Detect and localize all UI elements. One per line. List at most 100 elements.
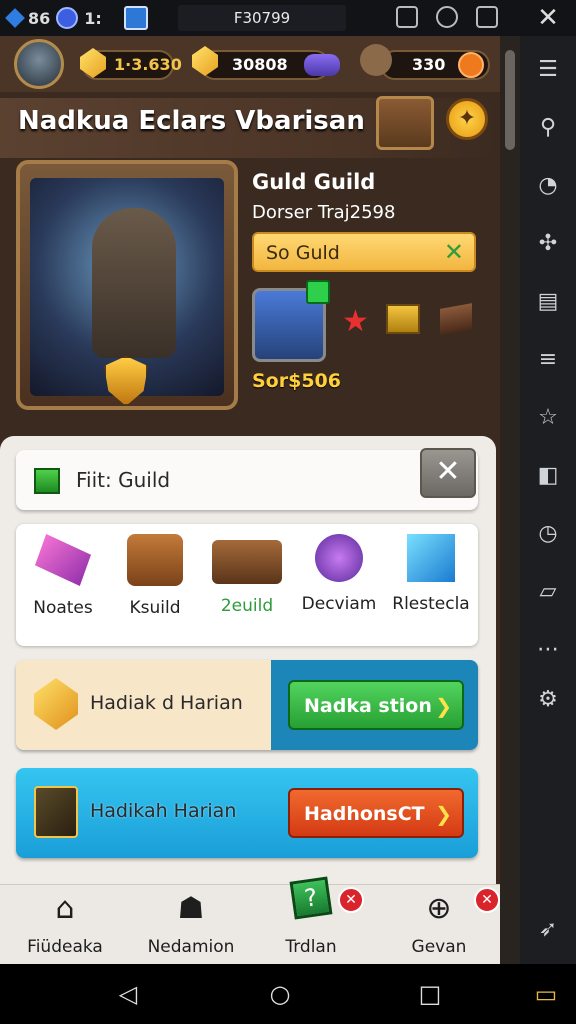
notification-badge: ✕ <box>474 887 500 913</box>
category-rlestecla[interactable]: Rlestecla <box>386 534 476 614</box>
house-icon: ⌂ <box>55 891 75 926</box>
gold-cube-icon[interactable] <box>386 304 420 334</box>
hero-figure <box>92 208 176 358</box>
settings-gear-icon[interactable]: ⚙ <box>534 686 562 714</box>
screenshot-icon[interactable] <box>396 6 418 28</box>
link-icon[interactable]: ⚲ <box>534 114 562 142</box>
category-label: Decviam <box>301 594 377 614</box>
category-label: Ksuild <box>129 598 181 618</box>
bottom-navigation: ⌂ Fiüdeaka ☗ Nedamion ? ✕ Trdlan ⊕ Gevan… <box>0 876 500 964</box>
android-navigation-bar: ◁ ○ □ ▭ <box>0 964 576 1024</box>
close-window-button[interactable]: ✕ <box>520 0 576 36</box>
dialog-title: Fiit: Guild <box>76 468 171 492</box>
nav-heroes[interactable]: ☗ Nedamion <box>136 891 246 957</box>
quest-action-button[interactable]: Nadka stion ❯ <box>288 680 464 730</box>
category-noates[interactable]: Noates <box>18 534 108 618</box>
nav-label: Nedamion <box>147 937 235 957</box>
category-ksuild[interactable]: Ksuild <box>110 534 200 618</box>
back-icon[interactable]: ◁ <box>114 980 142 1008</box>
sword-icon <box>34 786 78 838</box>
status-count: 86 <box>28 8 51 28</box>
category-label: Rlestecla <box>392 594 470 614</box>
player-avatar[interactable] <box>14 39 64 89</box>
star-icon: ★ <box>342 304 369 339</box>
category-panel: Noates Ksuild 2euild Decviam Rlestecla <box>16 524 478 646</box>
camera-icon[interactable] <box>476 6 498 28</box>
scroll-icon[interactable] <box>304 54 340 76</box>
chocolate-icon[interactable] <box>440 303 472 335</box>
category-decviam[interactable]: Decviam <box>294 534 384 614</box>
guild-score: Sor$506 <box>252 370 341 392</box>
recents-icon[interactable]: □ <box>416 980 444 1008</box>
backpack-icon <box>127 534 183 586</box>
home-icon[interactable]: ○ <box>266 980 294 1008</box>
amber-gem-icon <box>34 678 78 730</box>
row-label: Hadikah Harian <box>90 800 237 822</box>
emulator-sidebar: ☰ ⚲ ◔ ✣ ▤ ≡ ☆ ◧ ◷ ▱ ⋯ ⚙ ➶ <box>520 36 576 966</box>
category-2euild[interactable]: 2euild <box>202 534 292 616</box>
orb-icon <box>315 534 363 582</box>
nav-label: Fiüdeaka <box>27 937 103 957</box>
book-icon <box>212 540 282 584</box>
multi-window-icon[interactable]: ▭ <box>532 980 560 1008</box>
window-icon[interactable] <box>123 6 148 30</box>
nav-label: Trdlan <box>285 937 337 957</box>
record-icon[interactable]: ▤ <box>534 288 562 316</box>
emoji-button[interactable] <box>458 52 484 78</box>
button-label: Nadka stion <box>304 695 432 717</box>
timer-icon[interactable]: ◔ <box>534 172 562 200</box>
guild-dialog: Fiit: Guild ✕ Noates Ksuild 2euild Decvi… <box>0 436 496 916</box>
toolbar-icons <box>396 6 498 28</box>
guild-subtitle: Dorser Traj2598 <box>252 202 396 223</box>
emulator-top-bar: 86 1: F30799 ✕ <box>0 0 576 36</box>
item-upgrade-badge <box>306 280 330 304</box>
layers-icon[interactable]: ≡ <box>534 346 562 374</box>
keyboard-icon[interactable]: ☰ <box>534 56 562 84</box>
hunt-action-button[interactable]: HadhonsCT ❯ <box>288 788 464 838</box>
dialog-header: Fiit: Guild ✕ <box>16 448 478 510</box>
gold-value: 1·3.630 <box>114 55 182 74</box>
chevron-right-icon: ❯ <box>435 802 452 826</box>
energy-value: 330 <box>412 55 446 74</box>
refresh-icon[interactable] <box>436 6 458 28</box>
folder-icon[interactable]: ▱ <box>534 578 562 606</box>
green-cube-icon <box>34 468 60 494</box>
helmet-icon: ☗ <box>177 891 205 926</box>
scrollbar[interactable] <box>505 50 515 150</box>
gamepad-icon[interactable]: ✣ <box>534 230 562 258</box>
scroll-track <box>500 36 520 964</box>
hunt-row: Hadikah Harian HadhonsCT ❯ <box>16 768 478 858</box>
treasure-chest-icon[interactable] <box>376 96 434 150</box>
button-label: HadhonsCT <box>304 803 425 825</box>
category-label: Noates <box>33 598 93 618</box>
nav-home[interactable]: ⌂ Fiüdeaka <box>10 891 120 957</box>
gem-icon <box>35 534 91 586</box>
dialog-close-button[interactable]: ✕ <box>420 448 476 498</box>
nav-trade[interactable]: Trdlan <box>256 891 366 957</box>
account-icon[interactable] <box>56 7 79 29</box>
guild-action-bar[interactable]: So Guld ✕ <box>252 232 476 272</box>
status-code: 1: <box>84 8 102 28</box>
clock-icon[interactable]: ◷ <box>534 520 562 548</box>
more-icon[interactable]: ⋯ <box>534 636 562 664</box>
trade-spacer <box>293 891 329 927</box>
location-icon[interactable]: ➶ <box>534 916 562 944</box>
split-icon[interactable]: ◧ <box>534 462 562 490</box>
plus-circle-icon: ⊕ <box>426 891 452 926</box>
chevron-right-icon: ❯ <box>435 694 452 718</box>
game-viewport: 1·3.630 30808 330 Nadkua Eclars Vbarisan… <box>0 36 500 964</box>
guild-title: Guld Guild <box>252 170 376 194</box>
macro-icon[interactable]: ☆ <box>534 404 562 432</box>
guild-action-label: So Guld <box>266 242 340 264</box>
close-icon[interactable]: ✕ <box>444 238 464 266</box>
row-label: Hadiak d Harian <box>90 692 243 714</box>
gold-action-button[interactable]: ✦ <box>446 98 488 140</box>
emulator-status-group: 86 1: <box>0 6 170 30</box>
nav-label: Gevan <box>411 937 467 957</box>
category-label: 2euild <box>220 596 274 616</box>
diamond-icon <box>5 8 25 28</box>
gems-value: 30808 <box>232 55 288 74</box>
bag-icon[interactable] <box>360 44 392 76</box>
daily-quest-row: Hadiak d Harian Nadka stion ❯ <box>16 660 478 750</box>
ice-cube-icon <box>407 534 455 582</box>
